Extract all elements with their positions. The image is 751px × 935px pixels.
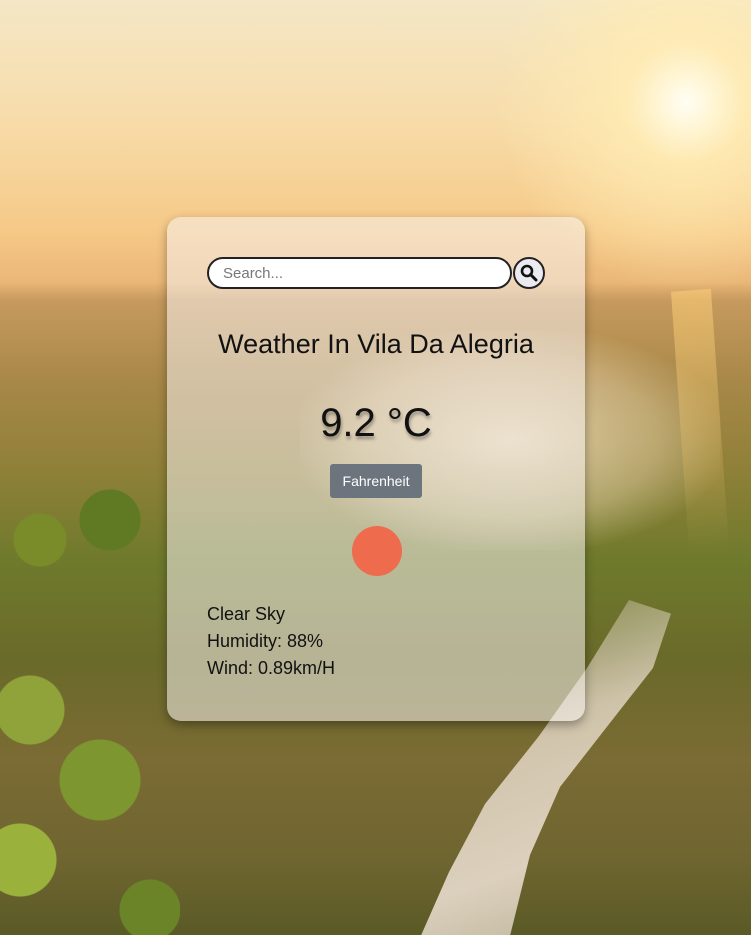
wind-value: Wind: 0.89km/H bbox=[207, 658, 336, 678]
background-trees bbox=[0, 480, 180, 935]
search-button[interactable] bbox=[513, 257, 545, 289]
search-input[interactable] bbox=[207, 257, 512, 289]
search-bar bbox=[207, 257, 545, 289]
temperature-value: 9.2 °C bbox=[320, 401, 432, 445]
weather-card: Weather In Vila Da Alegria 9.2 °C Fahren… bbox=[167, 217, 585, 721]
humidity-value: Humidity: 88% bbox=[207, 631, 324, 651]
sun-icon bbox=[352, 526, 402, 576]
city-title: Weather In Vila Da Alegria bbox=[218, 329, 534, 359]
weather-details: Clear Sky Humidity: 88% Wind: 0.89km/H bbox=[207, 601, 335, 682]
search-icon bbox=[520, 264, 538, 282]
fahrenheit-toggle-button[interactable]: Fahrenheit bbox=[330, 464, 422, 498]
weather-description: Clear Sky bbox=[207, 604, 286, 624]
